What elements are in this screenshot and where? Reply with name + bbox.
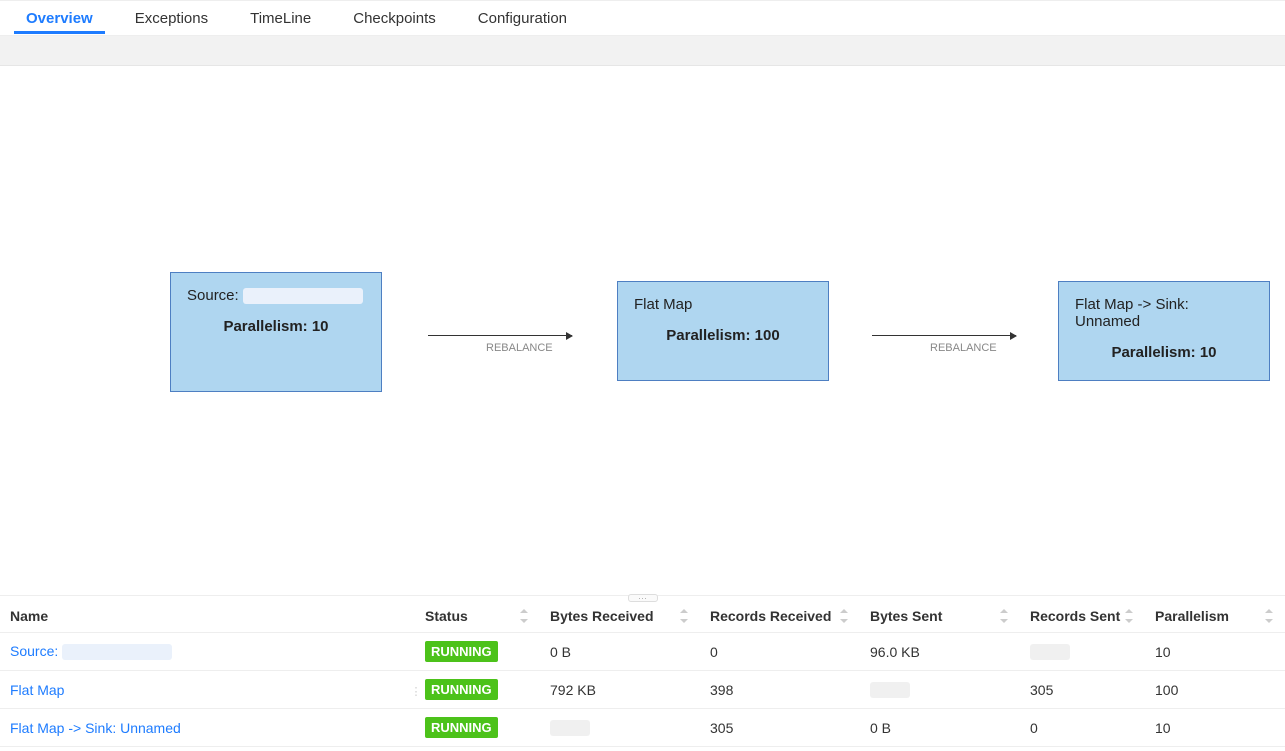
cell-bytes-received: 0 B <box>540 633 700 671</box>
node-title: Flat Map <box>634 296 812 313</box>
status-badge: RUNNING <box>425 641 498 662</box>
edge-label: REBALANCE <box>930 342 997 354</box>
status-badge: RUNNING <box>425 717 498 738</box>
edge-label: REBALANCE <box>486 342 553 354</box>
col-header-parallelism[interactable]: Parallelism <box>1145 600 1285 633</box>
cell-parallelism: 10 <box>1145 709 1285 747</box>
col-header-records-sent[interactable]: Records Sent <box>1020 600 1145 633</box>
node-parallelism: Parallelism: 10 <box>1075 344 1253 361</box>
sort-icon <box>520 609 530 623</box>
col-header-status[interactable]: Status <box>415 600 540 633</box>
cell-bytes-sent: 96.0 KB <box>860 633 1020 671</box>
graph-edge <box>428 335 572 336</box>
node-title: Source: <box>187 287 365 304</box>
cell-records-sent: 305 <box>1020 671 1145 709</box>
cell-bytes-received <box>540 709 700 747</box>
sort-icon <box>1125 609 1135 623</box>
cell-records-sent: 0 <box>1020 709 1145 747</box>
graph-node-source[interactable]: Source: Parallelism: 10 <box>170 272 382 392</box>
graph-node-flatmap[interactable]: Flat Map Parallelism: 100 <box>617 281 829 381</box>
cell-records-received: 305 <box>700 709 860 747</box>
col-header-bytes-sent[interactable]: Bytes Sent <box>860 600 1020 633</box>
tab-overview[interactable]: Overview <box>8 4 111 33</box>
tab-exceptions[interactable]: Exceptions <box>117 4 226 33</box>
cell-records-sent <box>1020 633 1145 671</box>
cell-records-received: 0 <box>700 633 860 671</box>
column-resize-grip[interactable]: ⋮ <box>413 636 419 747</box>
node-parallelism: Parallelism: 100 <box>634 327 812 344</box>
tab-timeline[interactable]: TimeLine <box>232 4 329 33</box>
table-row: Flat Map -> Sink: Unnamed RUNNING 3050 B01… <box>0 709 1285 747</box>
cell-parallelism: 10 <box>1145 633 1285 671</box>
table-row: Flat Map RUNNING 792 KB398 305100 <box>0 671 1285 709</box>
graph-node-sink[interactable]: Flat Map -> Sink: Unnamed Parallelism: 10 <box>1058 281 1270 381</box>
tab-bar: Overview Exceptions TimeLine Checkpoints… <box>0 0 1285 36</box>
col-header-bytes-received[interactable]: Bytes Received <box>540 600 700 633</box>
sort-icon <box>680 609 690 623</box>
cell-bytes-sent: 0 B <box>860 709 1020 747</box>
node-parallelism: Parallelism: 10 <box>187 318 365 335</box>
sort-icon <box>1000 609 1010 623</box>
secondary-bar <box>0 36 1285 66</box>
cell-bytes-received: 792 KB <box>540 671 700 709</box>
tab-configuration[interactable]: Configuration <box>460 4 585 33</box>
cell-bytes-sent <box>860 671 1020 709</box>
sort-icon <box>1265 609 1275 623</box>
operator-table: Name Status Bytes Received Records Recei… <box>0 600 1285 747</box>
tab-checkpoints[interactable]: Checkpoints <box>335 4 454 33</box>
operator-table-wrap: ··· Name Status Bytes Received Records R… <box>0 600 1285 747</box>
graph-edge <box>872 335 1016 336</box>
table-row: Source: RUNNING 0 B096.0 KB 10 <box>0 633 1285 671</box>
col-header-name[interactable]: Name <box>0 600 415 633</box>
job-graph[interactable]: Source: Parallelism: 10 Flat Map Paralleli… <box>0 66 1285 596</box>
operator-name-link[interactable]: Source: <box>10 643 172 659</box>
operator-name-link[interactable]: Flat Map -> Sink: Unnamed <box>10 720 181 736</box>
cell-parallelism: 100 <box>1145 671 1285 709</box>
col-header-records-received[interactable]: Records Received <box>700 600 860 633</box>
table-header-row: Name Status Bytes Received Records Recei… <box>0 600 1285 633</box>
status-badge: RUNNING <box>425 679 498 700</box>
node-title: Flat Map -> Sink: Unnamed <box>1075 296 1253 330</box>
cell-records-received: 398 <box>700 671 860 709</box>
operator-name-link[interactable]: Flat Map <box>10 682 64 698</box>
sort-icon <box>840 609 850 623</box>
